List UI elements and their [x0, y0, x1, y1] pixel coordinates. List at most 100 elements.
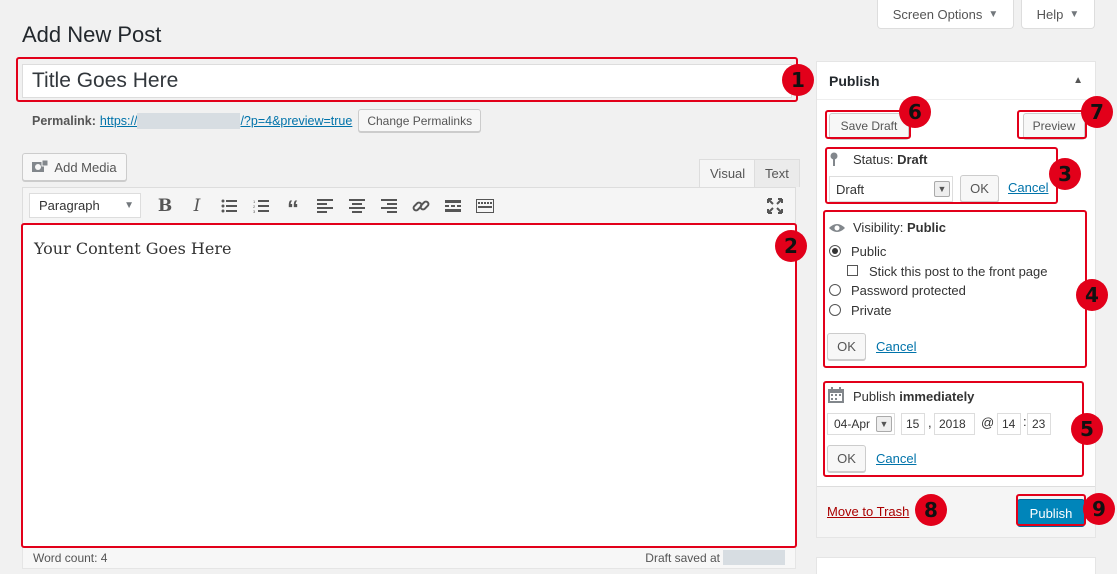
draft-saved-status: Draft saved at	[645, 550, 785, 565]
visibility-label-text: Visibility:	[853, 220, 904, 235]
pin-icon	[829, 152, 839, 169]
post-title-input[interactable]: Title Goes Here	[22, 64, 792, 98]
add-media-icon	[32, 159, 49, 174]
screen-options-label: Screen Options	[892, 6, 983, 22]
status-select-value: Draft	[836, 181, 865, 197]
page-title: Add New Post	[22, 22, 162, 47]
status-select[interactable]: Draft ▼	[829, 176, 953, 202]
publish-actions: Move to Trash Publish	[817, 486, 1095, 537]
radio-private[interactable]	[829, 304, 841, 316]
redacted-domain	[137, 112, 241, 129]
caret-down-icon: ▼	[1069, 8, 1080, 20]
year-input[interactable]: 2018	[934, 413, 975, 435]
publish-metabox: Publish ▲ Save Draft Preview Status: Dra…	[816, 61, 1096, 538]
editor-toolbar: Paragraph ▼ B I 123 “	[22, 187, 796, 224]
schedule-ok-button[interactable]: OK	[827, 445, 866, 472]
toolbar-toggle-icon[interactable]	[469, 191, 501, 221]
day-input[interactable]: 15	[901, 413, 925, 435]
tab-visual[interactable]: Visual	[699, 159, 757, 187]
visibility-cancel-link[interactable]: Cancel	[876, 339, 916, 354]
screen-options-button[interactable]: Screen Options ▼	[877, 0, 1014, 29]
annotation-badge-1: 1	[782, 64, 814, 96]
help-button[interactable]: Help ▼	[1021, 0, 1095, 29]
schedule-cancel-link[interactable]: Cancel	[876, 451, 916, 466]
read-more-icon[interactable]	[437, 191, 469, 221]
radio-private-label: Private	[851, 303, 892, 318]
publish-schedule-label: Publish immediately	[853, 389, 974, 404]
align-center-icon[interactable]	[341, 191, 373, 221]
publish-heading: Publish	[829, 72, 880, 89]
at-sign: @	[981, 415, 995, 430]
permalink-suffix: /?p=4&preview=true	[240, 113, 353, 128]
italic-icon[interactable]: I	[181, 191, 213, 221]
redacted-time	[723, 550, 785, 565]
preview-button[interactable]: Preview	[1023, 113, 1085, 139]
format-metabox	[816, 557, 1096, 574]
radio-password-label: Password protected	[851, 283, 966, 298]
move-to-trash-link[interactable]: Move to Trash	[827, 504, 909, 519]
editor-status-bar: Word count: 4 Draft saved at	[22, 547, 796, 569]
word-count: Word count: 4	[33, 550, 108, 565]
save-draft-button[interactable]: Save Draft	[829, 113, 909, 139]
permalink-row: Permalink: https:// /?p=4&preview=true Ch…	[32, 109, 482, 132]
annotation-badge-4: 4	[1076, 279, 1108, 311]
tab-text[interactable]: Text	[754, 159, 800, 187]
collapse-arrow-icon[interactable]: ▲	[1073, 75, 1083, 86]
svg-text:3: 3	[253, 209, 256, 213]
annotation-badge-3: 3	[1049, 158, 1081, 190]
eye-icon	[828, 222, 846, 237]
blockquote-icon[interactable]: “	[277, 191, 309, 223]
permalink-link[interactable]: https:// /?p=4&preview=true	[99, 112, 353, 129]
permalink-prefix: https://	[99, 113, 138, 128]
add-media-button[interactable]: Add Media	[22, 153, 127, 181]
draft-saved-label: Draft saved at	[645, 550, 720, 565]
align-right-icon[interactable]	[373, 191, 405, 221]
numbered-list-icon[interactable]: 123	[245, 191, 277, 221]
status-ok-button[interactable]: OK	[960, 175, 999, 202]
fullscreen-icon[interactable]	[759, 191, 791, 221]
publish-metabox-header[interactable]: Publish ▲	[817, 62, 1095, 100]
hour-input[interactable]: 14	[997, 413, 1021, 435]
help-label: Help	[1036, 6, 1064, 22]
format-select-value: Paragraph	[39, 198, 100, 213]
caret-down-icon: ▼	[988, 8, 999, 20]
status-cancel-link[interactable]: Cancel	[1008, 180, 1048, 195]
sticky-checkbox-label: Stick this post to the front page	[869, 264, 1048, 279]
publish-button[interactable]: Publish	[1017, 499, 1085, 527]
radio-public[interactable]	[829, 245, 841, 257]
radio-public-label: Public	[851, 244, 887, 259]
date-comma: ,	[928, 415, 932, 430]
annotation-badge-2: 2	[775, 230, 807, 262]
status-value: Draft	[897, 152, 928, 167]
bold-icon[interactable]: B	[149, 191, 181, 221]
visibility-value: Public	[906, 220, 946, 235]
annotation-badge-8: 8	[915, 494, 947, 526]
annotation-badge-6: 6	[899, 96, 931, 128]
visibility-label: Visibility: Public	[853, 220, 946, 235]
publish-schedule-label-text: Publish	[853, 389, 896, 404]
publish-schedule-value: immediately	[899, 389, 975, 404]
link-icon[interactable]	[405, 191, 437, 221]
caret-down-icon: ▼	[124, 200, 134, 211]
visibility-ok-button[interactable]: OK	[827, 333, 866, 360]
change-permalinks-button[interactable]: Change Permalinks	[358, 109, 482, 132]
sticky-checkbox[interactable]	[847, 265, 858, 276]
chevron-down-icon: ▼	[876, 416, 892, 432]
radio-password[interactable]	[829, 284, 841, 296]
annotation-badge-9: 9	[1083, 493, 1115, 525]
align-left-icon[interactable]	[309, 191, 341, 221]
status-label-text: Status:	[853, 152, 894, 167]
calendar-icon	[828, 387, 844, 406]
annotation-badge-5: 5	[1071, 413, 1103, 445]
month-select-value: 04-Apr	[834, 417, 871, 431]
minute-input[interactable]: 23	[1027, 413, 1051, 435]
permalink-label: Permalink:	[32, 113, 96, 128]
chevron-down-icon: ▼	[934, 181, 950, 197]
post-content-editor[interactable]: Your Content Goes Here	[22, 224, 796, 547]
month-select[interactable]: 04-Apr ▼	[827, 413, 895, 435]
bulleted-list-icon[interactable]	[213, 191, 245, 221]
add-media-label: Add Media	[54, 159, 117, 175]
status-label: Status: Draft	[853, 152, 927, 167]
annotation-badge-7: 7	[1081, 96, 1113, 128]
format-select[interactable]: Paragraph ▼	[29, 193, 141, 218]
